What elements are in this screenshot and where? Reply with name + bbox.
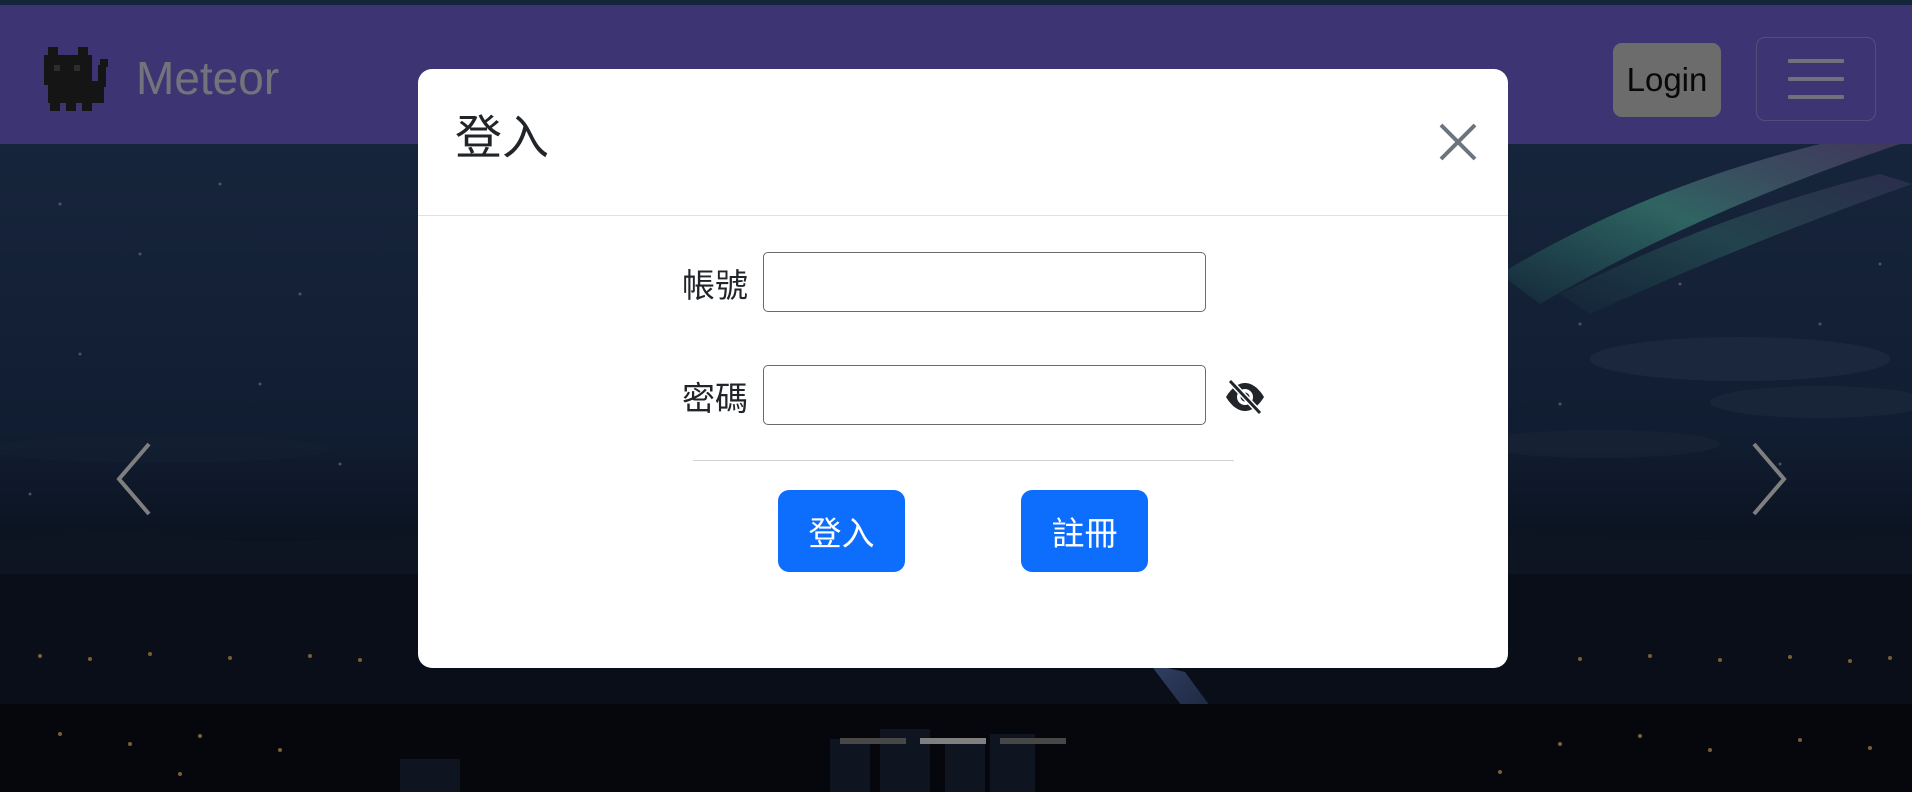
modal-title: 登入 xyxy=(455,111,549,166)
username-label: 帳號 xyxy=(682,266,748,305)
modal-divider xyxy=(693,460,1234,461)
close-button[interactable] xyxy=(1433,117,1483,167)
close-icon xyxy=(1439,123,1477,161)
submit-login-button[interactable]: 登入 xyxy=(778,490,905,572)
register-button[interactable]: 註冊 xyxy=(1021,490,1148,572)
password-row: 密碼 xyxy=(418,365,1508,427)
page: Meteor Login 登入 帳號 密碼 xyxy=(0,0,1912,792)
login-modal: 登入 帳號 密碼 登入 註冊 xyxy=(418,69,1508,668)
modal-header: 登入 xyxy=(418,69,1508,216)
username-row: 帳號 xyxy=(418,252,1508,314)
password-label: 密碼 xyxy=(682,379,748,418)
username-input[interactable] xyxy=(763,252,1206,312)
password-input[interactable] xyxy=(763,365,1206,425)
eye-slash-icon[interactable] xyxy=(1223,377,1267,417)
